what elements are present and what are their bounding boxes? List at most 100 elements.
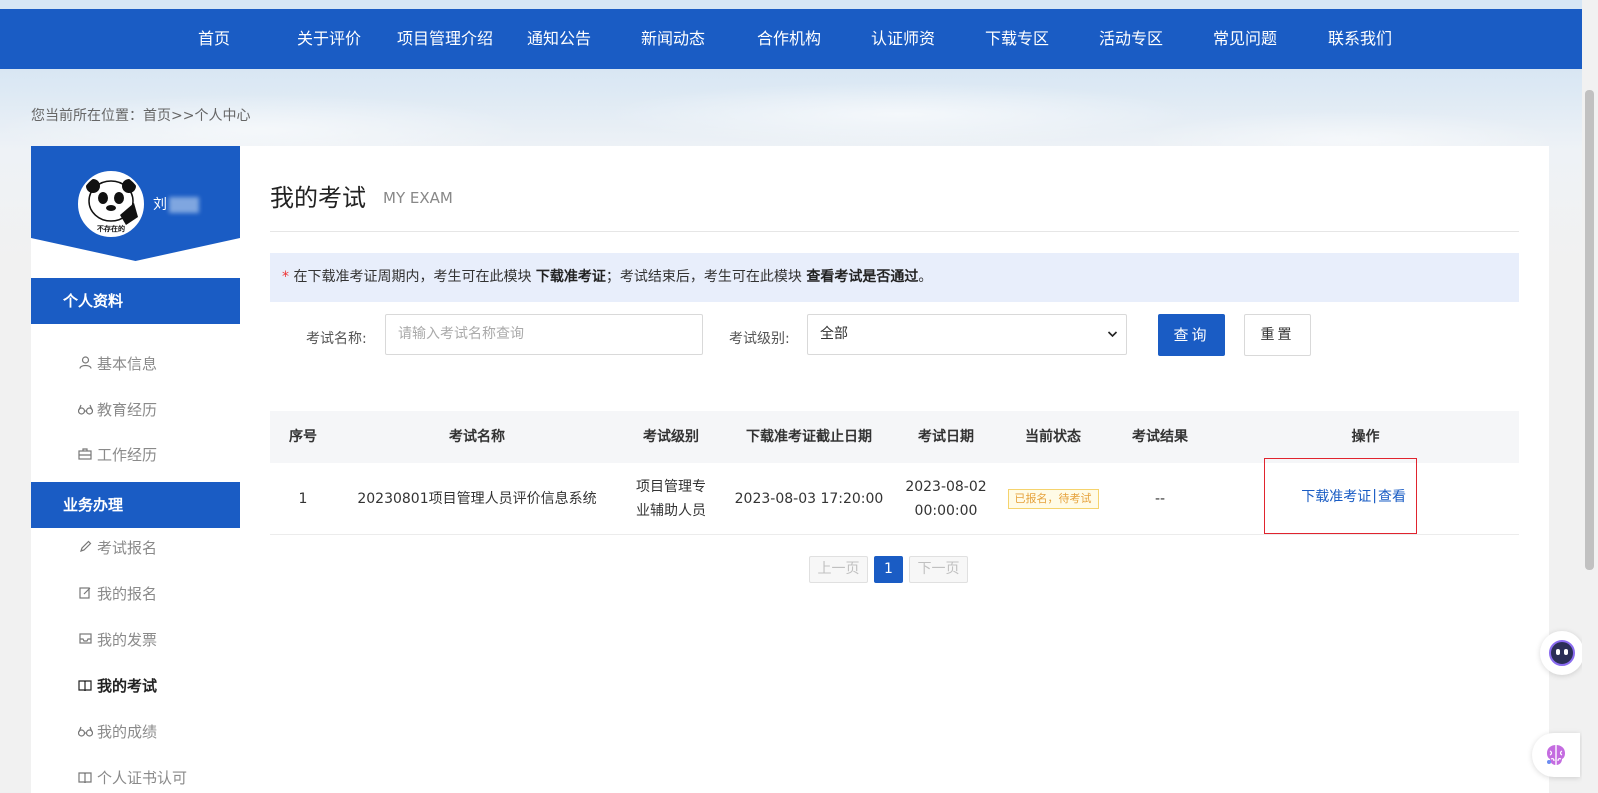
sidebar-item-label: 工作经历 xyxy=(97,446,158,464)
col-current-status: 当前状态 xyxy=(1025,429,1081,445)
edit-icon xyxy=(77,585,93,607)
sidebar-section-personal[interactable]: 个人资料 xyxy=(31,278,240,324)
sidebar-item-my-scores[interactable]: 我的成绩 xyxy=(77,721,157,743)
sidebar-item-label: 我的报名 xyxy=(97,585,158,603)
sidebar-item-exam-signup[interactable]: 考试报名 xyxy=(77,537,157,559)
download-admission-ticket-link[interactable]: 下载准考证 xyxy=(1301,486,1371,506)
sidebar: 不存在的 刘 个人资料 基本信息 教育经历 工作经历 业务办理 考试报名 我的报… xyxy=(31,146,240,793)
notice-banner: * 在下载准考证周期内，考生可在此模块 下载准考证；考试结束后，考生可在此模块 … xyxy=(270,253,1519,302)
cell-exam-level-line2: 业辅助人员 xyxy=(636,503,706,519)
nav-notices[interactable]: 通知公告 xyxy=(527,9,591,69)
nav-downloads[interactable]: 下载专区 xyxy=(985,9,1049,69)
nav-home[interactable]: 首页 xyxy=(198,9,230,69)
col-exam-date: 考试日期 xyxy=(918,429,974,445)
breadcrumb-home-link[interactable]: 首页 xyxy=(143,108,171,124)
glasses-icon xyxy=(77,723,93,745)
view-link[interactable]: 查看 xyxy=(1378,486,1406,506)
exam-level-label: 考试级别: xyxy=(729,331,790,347)
sidebar-item-label: 基本信息 xyxy=(97,355,158,373)
nav-activities[interactable]: 活动专区 xyxy=(1099,9,1163,69)
avatar-caption: 不存在的 xyxy=(97,224,125,233)
sidebar-item-basic-info[interactable]: 基本信息 xyxy=(77,353,157,375)
avatar[interactable]: 不存在的 xyxy=(78,171,144,237)
nav-project-intro[interactable]: 项目管理介绍 xyxy=(397,9,493,69)
cell-exam-date-line2: 00:00:00 xyxy=(914,503,978,519)
nav-news[interactable]: 新闻动态 xyxy=(641,9,705,69)
col-download-deadline: 下载准考证截止日期 xyxy=(746,429,872,445)
notice-text-2: ；考试结束后，考生可在此模块 xyxy=(605,269,807,285)
exam-name-label: 考试名称: xyxy=(306,331,367,347)
nav-about-evaluation[interactable]: 关于评价 xyxy=(297,9,361,69)
breadcrumb-prefix: 您当前所在位置： xyxy=(31,108,143,124)
cell-exam-level-line1: 项目管理专 xyxy=(636,479,706,495)
briefcase-icon xyxy=(77,446,93,468)
exam-level-select[interactable]: 全部 xyxy=(807,314,1127,355)
nav-instructors[interactable]: 认证师资 xyxy=(871,9,935,69)
sidebar-section-business[interactable]: 业务办理 xyxy=(31,482,240,528)
table-header: 序号 考试名称 考试级别 下载准考证截止日期 考试日期 当前状态 考试结果 操作 xyxy=(270,411,1519,463)
sidebar-item-label: 我的发票 xyxy=(97,631,158,649)
sidebar-item-work[interactable]: 工作经历 xyxy=(77,444,157,466)
col-index: 序号 xyxy=(289,429,317,445)
actions-highlight-box: 下载准考证 | 查看 xyxy=(1264,458,1417,534)
exam-name-input[interactable]: 请输入考试名称查询 xyxy=(385,314,703,355)
book-icon xyxy=(77,769,93,791)
cell-exam-result: -- xyxy=(1154,491,1166,507)
brain-icon xyxy=(1547,745,1565,765)
sidebar-item-certificate[interactable]: 个人证书认可 xyxy=(77,767,187,789)
ai-brain-button[interactable] xyxy=(1532,733,1580,777)
reset-button[interactable]: 重置 xyxy=(1244,314,1311,356)
page-1-button[interactable]: 1 xyxy=(874,556,903,583)
top-navbar: 首页 关于评价 项目管理介绍 通知公告 新闻动态 合作机构 认证师资 下载专区 … xyxy=(0,9,1582,69)
top-strip xyxy=(0,0,1582,9)
col-exam-result: 考试结果 xyxy=(1132,429,1188,445)
nav-faq[interactable]: 常见问题 xyxy=(1213,9,1277,69)
next-page-button[interactable]: 下一页 xyxy=(909,556,968,583)
notice-text-3: 。 xyxy=(918,269,933,285)
col-exam-level: 考试级别 xyxy=(643,429,699,445)
assistant-bot-button[interactable] xyxy=(1540,631,1584,675)
inbox-icon xyxy=(77,631,93,653)
username-blur xyxy=(169,197,199,213)
notice-bold-result: 查看考试是否通过 xyxy=(806,269,919,285)
panda-meme-icon: 不存在的 xyxy=(86,179,138,233)
sidebar-item-education[interactable]: 教育经历 xyxy=(77,399,157,421)
robot-face-icon xyxy=(1549,640,1575,666)
required-star: * xyxy=(282,269,289,285)
status-badge: 已报名，待考试 xyxy=(1007,489,1099,509)
query-button[interactable]: 查询 xyxy=(1158,314,1225,356)
user-icon xyxy=(77,355,93,377)
nav-contact[interactable]: 联系我们 xyxy=(1328,9,1392,69)
sidebar-item-my-exam[interactable]: 我的考试 xyxy=(77,675,157,697)
glasses-icon xyxy=(77,401,93,423)
exam-level-value: 全部 xyxy=(820,326,848,342)
sidebar-item-label: 个人证书认可 xyxy=(97,769,188,787)
page-subtitle: MY EXAM xyxy=(383,189,453,207)
sidebar-item-label: 我的成绩 xyxy=(97,723,158,741)
sidebar-item-my-signup[interactable]: 我的报名 xyxy=(77,583,157,605)
cell-exam-date-line1: 2023-08-02 xyxy=(905,479,987,495)
breadcrumb-current: 个人中心 xyxy=(194,108,251,124)
username: 刘 xyxy=(153,194,199,214)
sidebar-item-label: 教育经历 xyxy=(97,401,158,419)
sidebar-item-my-invoice[interactable]: 我的发票 xyxy=(77,629,157,651)
cell-exam-level: 项目管理专 业辅助人员 xyxy=(618,463,724,535)
username-visible: 刘 xyxy=(153,197,167,213)
main-panel: 我的考试 MY EXAM * 在下载准考证周期内，考生可在此模块 下载准考证；考… xyxy=(240,146,1549,793)
breadcrumb: 您当前所在位置：首页>>个人中心 xyxy=(31,105,250,125)
sidebar-item-label: 我的考试 xyxy=(97,677,158,695)
scrollbar-thumb[interactable] xyxy=(1585,90,1594,570)
notice-text-1: 在下载准考证周期内，考生可在此模块 xyxy=(289,269,536,285)
page-title: 我的考试 xyxy=(270,184,366,212)
action-separator: | xyxy=(1372,488,1377,504)
prev-page-button[interactable]: 上一页 xyxy=(809,556,868,583)
cell-download-deadline: 2023-08-03 17:20:00 xyxy=(734,491,884,507)
cell-exam-date: 2023-08-02 00:00:00 xyxy=(894,463,998,535)
pencil-icon xyxy=(77,539,93,561)
cell-current-status: 已报名，待考试 xyxy=(998,463,1108,535)
nav-partners[interactable]: 合作机构 xyxy=(757,9,821,69)
sidebar-item-label: 考试报名 xyxy=(97,539,158,557)
chevron-down-icon xyxy=(1107,315,1118,370)
col-exam-name: 考试名称 xyxy=(449,429,505,445)
book-icon xyxy=(77,677,93,699)
